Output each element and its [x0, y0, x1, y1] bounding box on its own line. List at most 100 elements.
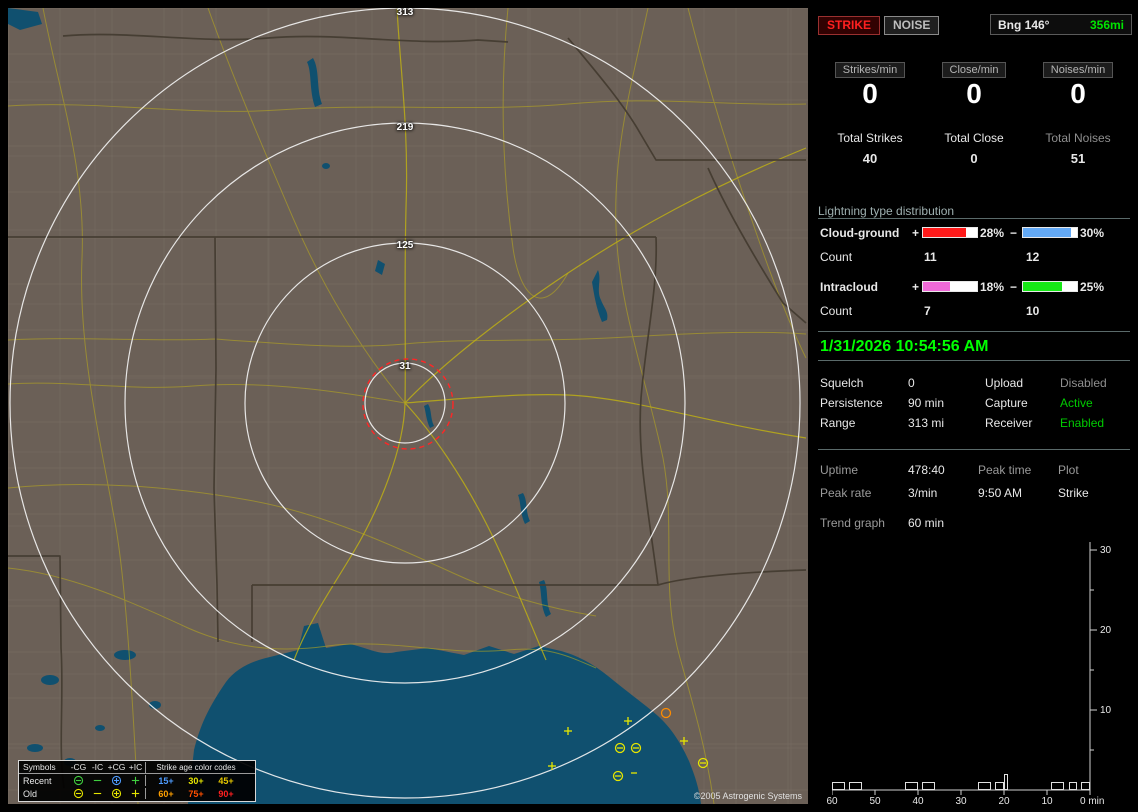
- cg-plus-bar: [922, 227, 978, 238]
- ic-minus-bar: [1022, 281, 1078, 292]
- range-ring-label-125: 125: [396, 240, 414, 251]
- trend-bar: [849, 782, 863, 790]
- status-panel: STRIKE NOISE Bng 146° 356mi Strikes/min …: [818, 8, 1132, 807]
- total-noises-label: Total Noises: [1045, 131, 1111, 145]
- trend-bar: [995, 782, 1004, 790]
- strike-toggle-button[interactable]: STRIKE: [818, 16, 881, 35]
- legend-col-neg-ic: -IC: [91, 762, 104, 772]
- cg-minus-bar-fill: [1023, 228, 1071, 237]
- minus-sign: −: [1010, 226, 1018, 240]
- trend-bar: [832, 782, 845, 790]
- receiver-label: Receiver: [985, 416, 1033, 430]
- minus-sign: −: [1010, 280, 1018, 294]
- neg-cg-recent-icon: [73, 775, 84, 786]
- ytick-30: 30: [1100, 545, 1112, 556]
- plus-sign: +: [912, 280, 920, 294]
- count-label: Count: [820, 304, 853, 318]
- range-ring-label-31: 31: [399, 361, 411, 372]
- plot-label: Plot: [1058, 463, 1079, 477]
- date-time-readout: 1/31/2026 10:54:56 AM: [820, 338, 989, 355]
- cg-minus-pct: 30%: [1080, 226, 1105, 240]
- strikes-per-min-label: Strikes/min: [834, 62, 906, 78]
- trend-graph-window: 60 min: [908, 516, 945, 530]
- cloud-ground-label: Cloud-ground: [820, 226, 900, 240]
- noise-toggle-button[interactable]: NOISE: [884, 16, 940, 35]
- settings-row-squelch: Squelch 0 Upload Disabled: [818, 376, 1130, 390]
- legend-symbols-heading: Symbols: [23, 762, 56, 772]
- settings-row-persistence: Persistence 90 min Capture Active: [818, 396, 1130, 410]
- xtick-40: 40: [912, 796, 924, 807]
- receiver-status: Enabled: [1060, 416, 1105, 430]
- total-strikes-label: Total Strikes: [837, 131, 903, 145]
- cg-minus-bar: [1022, 227, 1078, 238]
- range-label: Range: [820, 416, 856, 430]
- bearing-readout: Bng 146° 356mi: [990, 14, 1132, 35]
- session-row-2: Peak rate 3/min 9:50 AM Strike: [818, 486, 1130, 500]
- peak-time-label: Peak time: [978, 463, 1032, 477]
- legend-old-row: Old 60+ 75+ 90+: [19, 787, 255, 800]
- close-per-min-value: 0: [966, 78, 982, 109]
- noises-per-min-value: 0: [1070, 78, 1086, 109]
- ic-plus-count: 7: [924, 304, 931, 318]
- cloud-ground-count-row: Count 11 12: [818, 250, 1130, 264]
- uptime-label: Uptime: [820, 463, 859, 477]
- legend-header-row: Symbols -CG -IC +CG +IC Strike age color…: [19, 761, 255, 774]
- intracloud-row: Intracloud + 18% − 25%: [818, 280, 1130, 294]
- trend-bar: [1081, 782, 1090, 790]
- total-close-value: 0: [970, 151, 978, 166]
- strikes-per-min-block: Strikes/min 0: [818, 62, 922, 109]
- trend-bar: [905, 782, 918, 790]
- copyright-text: ©2005 Astrogenic Systems: [693, 791, 802, 801]
- xtick-30: 30: [955, 796, 967, 807]
- total-noises-value: 51: [1070, 151, 1086, 166]
- close-per-min-block: Close/min 0: [922, 62, 1026, 109]
- ic-plus-bar: [922, 281, 978, 292]
- age-45: 45+: [218, 775, 234, 786]
- plus-sign: +: [912, 226, 920, 240]
- ytick-10: 10: [1100, 705, 1112, 716]
- legend-col-pos-ic: +IC: [128, 762, 143, 772]
- trend-bar: [1004, 774, 1009, 790]
- range-value: 313 mi: [908, 416, 945, 430]
- lightning-map[interactable]: 313 219 125 31 Symbols -CG -IC +CG +IC S…: [8, 8, 808, 804]
- session-row-1: Uptime 478:40 Peak time Plot: [818, 463, 1130, 477]
- divider: [818, 218, 1130, 219]
- age-75: 75+: [188, 788, 204, 799]
- cg-plus-bar-fill: [923, 228, 967, 237]
- map-legend: Symbols -CG -IC +CG +IC Strike age color…: [18, 760, 256, 802]
- age-90: 90+: [218, 788, 234, 799]
- neg-cg-old-icon: [73, 788, 84, 799]
- total-close-label: Total Close: [944, 131, 1004, 145]
- legend-age-heading: Strike age color codes: [156, 762, 236, 772]
- trend-plot: [832, 538, 1090, 790]
- strikes-per-min-value: 0: [862, 78, 878, 109]
- trend-graph-row: Trend graph 60 min: [818, 516, 1130, 530]
- xtick-60: 60: [826, 796, 838, 807]
- intracloud-label: Intracloud: [820, 280, 879, 294]
- age-60: 60+: [158, 788, 174, 799]
- ic-plus-bar-fill: [923, 282, 950, 291]
- pos-ic-recent-icon: [131, 776, 140, 785]
- upload-status: Disabled: [1060, 376, 1107, 390]
- app-window: 313 219 125 31 Symbols -CG -IC +CG +IC S…: [0, 0, 1138, 812]
- distribution-title: Lightning type distribution: [818, 204, 955, 218]
- legend-col-pos-cg: +CG: [107, 762, 126, 772]
- xtick-50: 50: [869, 796, 881, 807]
- uptime-value: 478:40: [908, 463, 945, 477]
- range-ring-label-219: 219: [396, 122, 414, 133]
- count-label: Count: [820, 250, 853, 264]
- ytick-20: 20: [1100, 625, 1112, 636]
- ic-minus-pct: 25%: [1080, 280, 1105, 294]
- peak-time-value: 9:50 AM: [978, 486, 1023, 500]
- total-strikes-value: 40: [862, 151, 878, 166]
- neg-ic-old-icon: [93, 793, 102, 795]
- noises-per-min-block: Noises/min 0: [1026, 62, 1130, 109]
- persistence-value: 90 min: [908, 396, 945, 410]
- settings-row-range: Range 313 mi Receiver Enabled: [818, 416, 1130, 430]
- range-ring-label-313: 313: [396, 8, 414, 18]
- bearing-value: Bng 146°: [998, 17, 1050, 32]
- upload-label: Upload: [985, 376, 1024, 390]
- ic-minus-count: 10: [1026, 304, 1040, 318]
- pos-ic-old-icon: [131, 789, 140, 798]
- trend-graph-label: Trend graph: [820, 516, 885, 530]
